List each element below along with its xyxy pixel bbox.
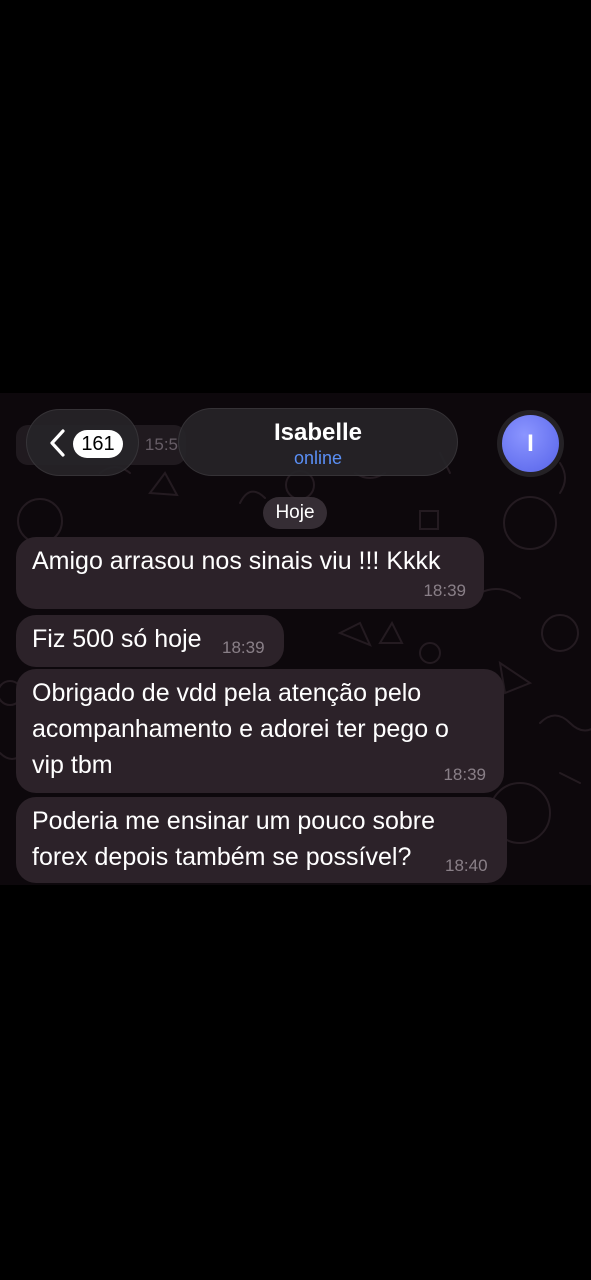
message-bubble[interactable]: Poderia me ensinar um pouco sobre forex … bbox=[16, 797, 507, 883]
message-text: Poderia me ensinar um pouco sobre forex … bbox=[32, 807, 436, 871]
back-button[interactable]: 161 bbox=[26, 409, 139, 476]
date-separator: Hoje bbox=[263, 497, 327, 529]
message-time: 18:39 bbox=[423, 581, 466, 600]
message-time: 18:39 bbox=[222, 638, 265, 657]
chevron-left-icon bbox=[50, 429, 65, 457]
chat-title[interactable]: Isabelle online bbox=[178, 408, 458, 476]
message-time: 18:39 bbox=[443, 765, 486, 784]
contact-status: online bbox=[293, 448, 343, 468]
message-bubble[interactable]: Amigo arrasou nos sinais viu !!! Kkkk 18… bbox=[16, 537, 484, 609]
message-bubble[interactable]: Fiz 500 só hoje 18:39 bbox=[16, 615, 284, 667]
contact-name: Isabelle bbox=[273, 419, 363, 446]
unread-count-badge: 161 bbox=[73, 430, 123, 458]
avatar-initial: I bbox=[502, 415, 559, 472]
message-text: Amigo arrasou nos sinais viu !!! Kkkk bbox=[32, 547, 441, 575]
avatar[interactable]: I bbox=[497, 410, 564, 477]
message-text: Obrigado de vdd pela atenção pelo acompa… bbox=[32, 679, 449, 779]
message-bubble[interactable]: Obrigado de vdd pela atenção pelo acompa… bbox=[16, 669, 504, 793]
message-text: Fiz 500 só hoje bbox=[32, 625, 202, 653]
message-time: 18:40 bbox=[445, 856, 488, 875]
